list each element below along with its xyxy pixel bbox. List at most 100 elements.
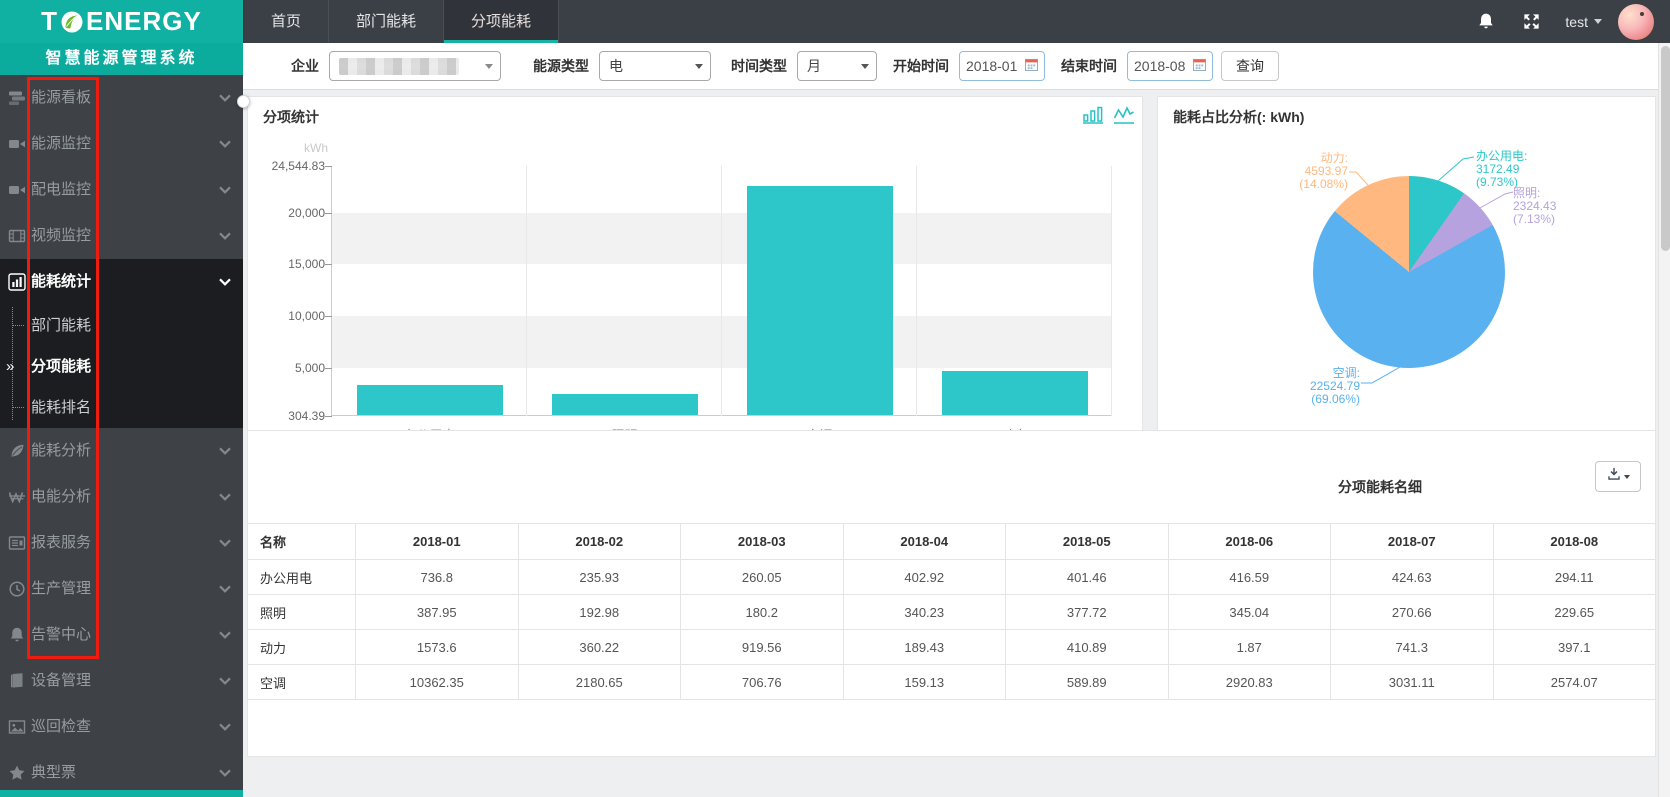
sidebar-item-label: 生产管理: [31, 566, 91, 612]
sidebar-item-label: 视频监控: [31, 213, 91, 259]
sidebar-item-设备管理[interactable]: 设备管理: [0, 658, 243, 704]
sidebar-item-能源看板[interactable]: 能源看板: [0, 75, 243, 121]
cell-value: 424.63: [1331, 560, 1494, 595]
bar-panel-title: 分项统计: [263, 107, 319, 127]
book-icon: [8, 672, 26, 690]
export-button[interactable]: [1595, 461, 1641, 492]
tab-分项能耗[interactable]: 分项能耗: [444, 0, 559, 43]
sidebar-subitem-能耗排名[interactable]: 能耗排名: [0, 387, 243, 428]
company-select[interactable]: [329, 51, 501, 81]
bar-照明[interactable]: [552, 394, 698, 415]
sidebar-item-视频监控[interactable]: 视频监控: [0, 213, 243, 259]
search-button[interactable]: 查询: [1221, 51, 1279, 81]
sidebar-item-电能分析[interactable]: 电能分析: [0, 474, 243, 520]
table-row-办公用电: 办公用电736.8235.93260.05402.92401.46416.594…: [248, 560, 1656, 595]
user-menu[interactable]: test: [1565, 14, 1602, 30]
y-axis-tick: [325, 213, 332, 214]
column-header-名称: 名称: [248, 524, 356, 560]
sidebar-item-能耗分析[interactable]: 能耗分析: [0, 428, 243, 474]
leaf-icon: [8, 442, 26, 460]
end-date-input[interactable]: 2018-08: [1127, 51, 1213, 81]
sidebar-collapse-knob[interactable]: [237, 95, 250, 108]
fullscreen-icon[interactable]: [1522, 12, 1541, 31]
leaf-logo-icon: [60, 10, 84, 34]
bell-icon[interactable]: [1476, 12, 1496, 32]
scrollbar-thumb[interactable]: [1661, 46, 1670, 251]
sidebar-item-巡回检查[interactable]: 巡回检查: [0, 704, 243, 750]
vertical-scrollbar[interactable]: [1658, 43, 1670, 797]
star-icon: [8, 764, 26, 782]
cell-value: 706.76: [681, 665, 844, 700]
power-camera-icon: [8, 181, 26, 199]
tab-首页[interactable]: 首页: [243, 0, 329, 43]
pie-label-percent: (69.06%): [1274, 393, 1360, 406]
time-type-select[interactable]: 月: [797, 51, 877, 81]
logo: T ENERGY: [0, 0, 243, 43]
bar-动力[interactable]: [942, 371, 1088, 415]
sidebar-subitem-部门能耗[interactable]: 部门能耗: [0, 305, 243, 346]
y-axis-tick-label: 24,544.83: [235, 159, 325, 173]
cell-value: 377.72: [1006, 595, 1169, 630]
cell-value: 159.13: [843, 665, 1006, 700]
pie-label-动力: 动力:4593.97(14.08%): [1252, 152, 1348, 191]
cell-value: 2574.07: [1493, 665, 1656, 700]
start-date-input[interactable]: 2018-01: [959, 51, 1045, 81]
row-name: 照明: [248, 595, 356, 630]
column-header-2018-06: 2018-06: [1168, 524, 1331, 560]
sidebar-group-巡回检查: 巡回检查: [0, 704, 243, 750]
pie-chart-panel: 能耗占比分析(: kWh) 办公用电:3172.49(9.73%)照明:2324…: [1157, 96, 1656, 449]
sidebar-subitem-分项能耗[interactable]: »分项能耗: [0, 346, 243, 387]
y-axis-tick-label: 10,000: [235, 309, 325, 323]
y-axis-tick-label: 20,000: [235, 206, 325, 220]
bar-chart-toggle-icon[interactable]: [1082, 106, 1104, 124]
sidebar-group-能耗分析: 能耗分析: [0, 428, 243, 474]
sidebar: 能源看板能源监控配电监控视频监控能耗统计部门能耗»分项能耗能耗排名能耗分析电能分…: [0, 75, 243, 797]
time-type-label: 时间类型: [731, 56, 787, 76]
column-header-2018-03: 2018-03: [681, 524, 844, 560]
column-header-2018-01: 2018-01: [356, 524, 519, 560]
cell-value: 340.23: [843, 595, 1006, 630]
tab-部门能耗[interactable]: 部门能耗: [329, 0, 444, 43]
cell-value: 397.1: [1493, 630, 1656, 665]
start-time-label: 开始时间: [893, 56, 949, 76]
company-value-redacted: [339, 58, 459, 75]
sidebar-item-生产管理[interactable]: 生产管理: [0, 566, 243, 612]
cell-value: 736.8: [356, 560, 519, 595]
column-header-2018-07: 2018-07: [1331, 524, 1494, 560]
pie-label-percent: (14.08%): [1252, 178, 1348, 191]
clock-icon: [8, 580, 26, 598]
line-chart-toggle-icon[interactable]: [1113, 106, 1135, 124]
cell-value: 360.22: [518, 630, 681, 665]
bar-空调[interactable]: [747, 186, 893, 415]
pie-label-percent: (7.13%): [1513, 213, 1556, 226]
chevron-down-icon: [219, 140, 231, 148]
chevron-down-icon: [695, 64, 703, 73]
column-header-2018-05: 2018-05: [1006, 524, 1169, 560]
end-date-value: 2018-08: [1134, 58, 1185, 74]
sidebar-bottom-strip: [0, 790, 243, 797]
pie-label-办公用电: 办公用电:3172.49(9.73%): [1476, 150, 1527, 189]
y-axis-unit: kWh: [304, 141, 328, 155]
sidebar-item-配电监控[interactable]: 配电监控: [0, 167, 243, 213]
sidebar-item-报表服务[interactable]: 报表服务: [0, 520, 243, 566]
sidebar-item-能源监控[interactable]: 能源监控: [0, 121, 243, 167]
cell-value: 189.43: [843, 630, 1006, 665]
chevron-down-icon: [219, 677, 231, 685]
cell-value: 235.93: [518, 560, 681, 595]
cell-value: 2180.65: [518, 665, 681, 700]
energy-type-select[interactable]: 电: [599, 51, 711, 81]
cell-value: 3031.11: [1331, 665, 1494, 700]
y-axis-tick-label: 304.39: [235, 409, 325, 423]
chevron-down-icon: [219, 769, 231, 777]
cell-value: 416.59: [1168, 560, 1331, 595]
grid-vline: [1111, 166, 1112, 416]
company-label: 企业: [291, 56, 319, 76]
chart-type-toggles: [1082, 106, 1135, 124]
sidebar-item-label: 能耗统计: [31, 259, 91, 305]
sidebar-item-告警中心[interactable]: 告警中心: [0, 612, 243, 658]
sidebar-item-能耗统计[interactable]: 能耗统计: [0, 259, 243, 305]
bar-办公用电[interactable]: [357, 385, 503, 415]
avatar[interactable]: [1618, 4, 1654, 40]
stats-chart-icon: [8, 273, 26, 291]
cell-value: 402.92: [843, 560, 1006, 595]
